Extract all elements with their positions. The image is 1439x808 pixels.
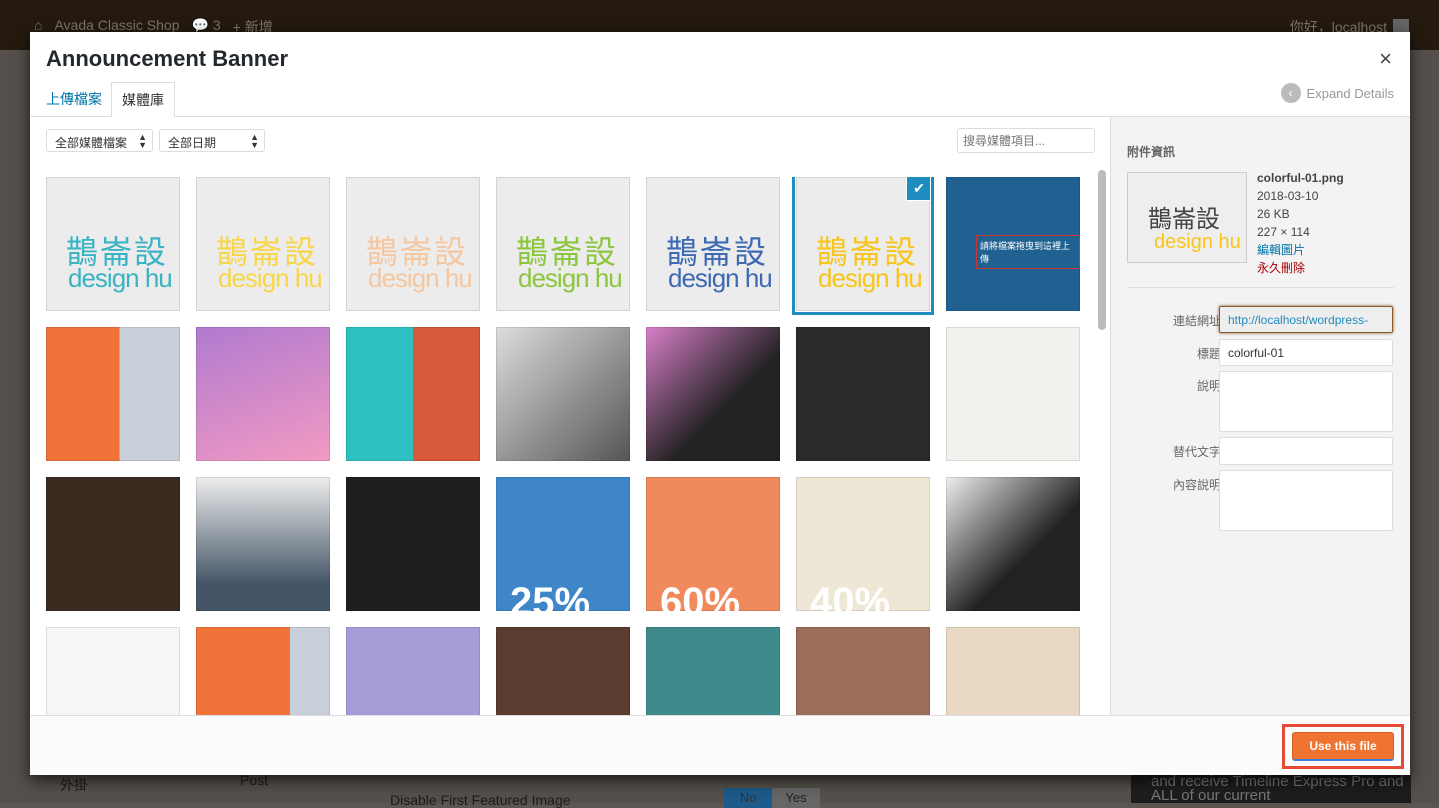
alt-label: 替代文字	[1172, 445, 1221, 459]
file-size: 26 KB	[1257, 207, 1290, 221]
logo-en: design hu	[518, 263, 623, 293]
logo-en: design hu	[818, 263, 923, 293]
media-tile[interactable]: 鵲崙設 design hu	[196, 177, 330, 311]
media-tile[interactable]	[796, 327, 930, 461]
media-tile[interactable]	[796, 627, 930, 715]
discount-text: 25%	[510, 580, 591, 611]
media-tile[interactable]: 鵲崙設 design hu	[346, 177, 480, 311]
media-tile[interactable]	[346, 477, 480, 611]
modal-footer: Use this file	[30, 715, 1410, 775]
upload-date: 2018-03-10	[1257, 189, 1319, 203]
media-tile[interactable]	[496, 627, 630, 715]
promo-text: and receive Timeline Express Pro and ALL…	[1131, 775, 1411, 803]
logo-en: design hu	[68, 263, 173, 293]
yes-toggle[interactable]: Yes	[772, 788, 820, 808]
media-grid: 鵲崙設 design hu 鵲崙設 design hu 鵲崙設 design hu 鵲崙設 d…	[46, 177, 1096, 715]
media-tile[interactable]	[946, 327, 1080, 461]
description-field[interactable]	[1219, 470, 1393, 531]
caption-field[interactable]	[1219, 371, 1393, 432]
media-tile[interactable]: 25%	[496, 477, 630, 611]
disable-label: Disable First Featured Image	[390, 792, 571, 808]
media-tile[interactable]: 40%	[796, 477, 930, 611]
menu-plugins[interactable]: 外掛	[60, 775, 88, 795]
dimensions: 227 × 114	[1257, 225, 1310, 239]
drop-caption: 請將檔案拖曳到這裡上傳	[976, 235, 1080, 269]
logo-en: design hu	[668, 263, 773, 293]
check-icon[interactable]: ✔	[907, 177, 930, 200]
use-this-file-button[interactable]: Use this file	[1292, 732, 1394, 761]
media-tile[interactable]: 鵲崙設 design hu	[646, 177, 780, 311]
media-tile[interactable]: 鵲崙設 design hu ✔	[792, 177, 934, 315]
filename: colorful-01.png	[1257, 171, 1344, 185]
media-tile[interactable]	[946, 477, 1080, 611]
date-filter[interactable]: 全部日期 ▲ ▼	[159, 129, 265, 152]
comment-count: 3	[212, 17, 221, 33]
media-tile[interactable]: 請將檔案拖曳到這裡上傳	[946, 177, 1080, 311]
media-tile[interactable]	[196, 327, 330, 461]
media-tile[interactable]: 鵲崙設 design hu	[496, 177, 630, 311]
date-filter-value: 全部日期	[168, 136, 217, 150]
tab-media-library[interactable]: 媒體庫	[111, 82, 175, 117]
logo-en: design hu	[1154, 231, 1241, 253]
updown-icon: ▲ ▼	[250, 132, 259, 150]
media-tile[interactable]	[346, 327, 480, 461]
media-tile[interactable]: 60%	[646, 477, 780, 611]
url-label: 連結網址	[1172, 314, 1221, 328]
media-tile[interactable]	[46, 627, 180, 715]
edit-image-link[interactable]: 編輯圖片	[1257, 241, 1344, 259]
media-tile[interactable]	[196, 477, 330, 611]
close-icon[interactable]: ×	[1379, 46, 1392, 72]
media-tile[interactable]	[46, 327, 180, 461]
logo-en: design hu	[218, 263, 323, 293]
url-field[interactable]: http://localhost/wordpress-	[1219, 306, 1393, 333]
media-tile[interactable]	[646, 627, 780, 715]
delete-link[interactable]: 永久刪除	[1257, 259, 1344, 277]
attachment-thumbnail: 鵲崙設 design hu	[1127, 172, 1247, 263]
description-label: 內容說明	[1172, 478, 1221, 492]
media-tile[interactable]	[646, 327, 780, 461]
media-tile[interactable]	[46, 477, 180, 611]
discount-text: 60%	[660, 580, 741, 611]
details-heading: 附件資訊	[1127, 145, 1176, 159]
media-tile[interactable]	[946, 627, 1080, 715]
modal-title: Announcement Banner	[46, 46, 289, 71]
tabs: 上傳檔案 媒體庫	[30, 82, 1410, 117]
scrollbar[interactable]	[1098, 170, 1106, 330]
tab-upload[interactable]: 上傳檔案	[36, 82, 112, 117]
logo-en: design hu	[368, 263, 473, 293]
media-tile[interactable]: 鵲崙設 design hu	[46, 177, 180, 311]
media-modal: Announcement Banner × ‹ Expand Details 上傳…	[30, 32, 1410, 775]
no-toggle[interactable]: No	[724, 788, 772, 808]
logo-zh: 鵲崙設	[1148, 206, 1220, 233]
alt-field[interactable]	[1219, 437, 1393, 465]
caption-label: 說明	[1196, 379, 1221, 393]
media-tile[interactable]	[346, 627, 480, 715]
discount-text: 40%	[810, 580, 891, 611]
title-label: 標題	[1196, 347, 1221, 361]
title-field[interactable]: colorful-01	[1219, 339, 1393, 366]
divider	[1127, 287, 1394, 288]
type-filter[interactable]: 全部媒體檔案 ▲ ▼	[46, 129, 153, 152]
media-tile[interactable]	[196, 627, 330, 715]
updown-icon: ▲ ▼	[138, 132, 147, 150]
attachment-details: 附件資訊 鵲崙設 design hu colorful-01.png 2018-0…	[1110, 117, 1410, 715]
search-input[interactable]	[957, 128, 1095, 153]
type-filter-value: 全部媒體檔案	[55, 136, 128, 150]
media-tile[interactable]	[496, 327, 630, 461]
